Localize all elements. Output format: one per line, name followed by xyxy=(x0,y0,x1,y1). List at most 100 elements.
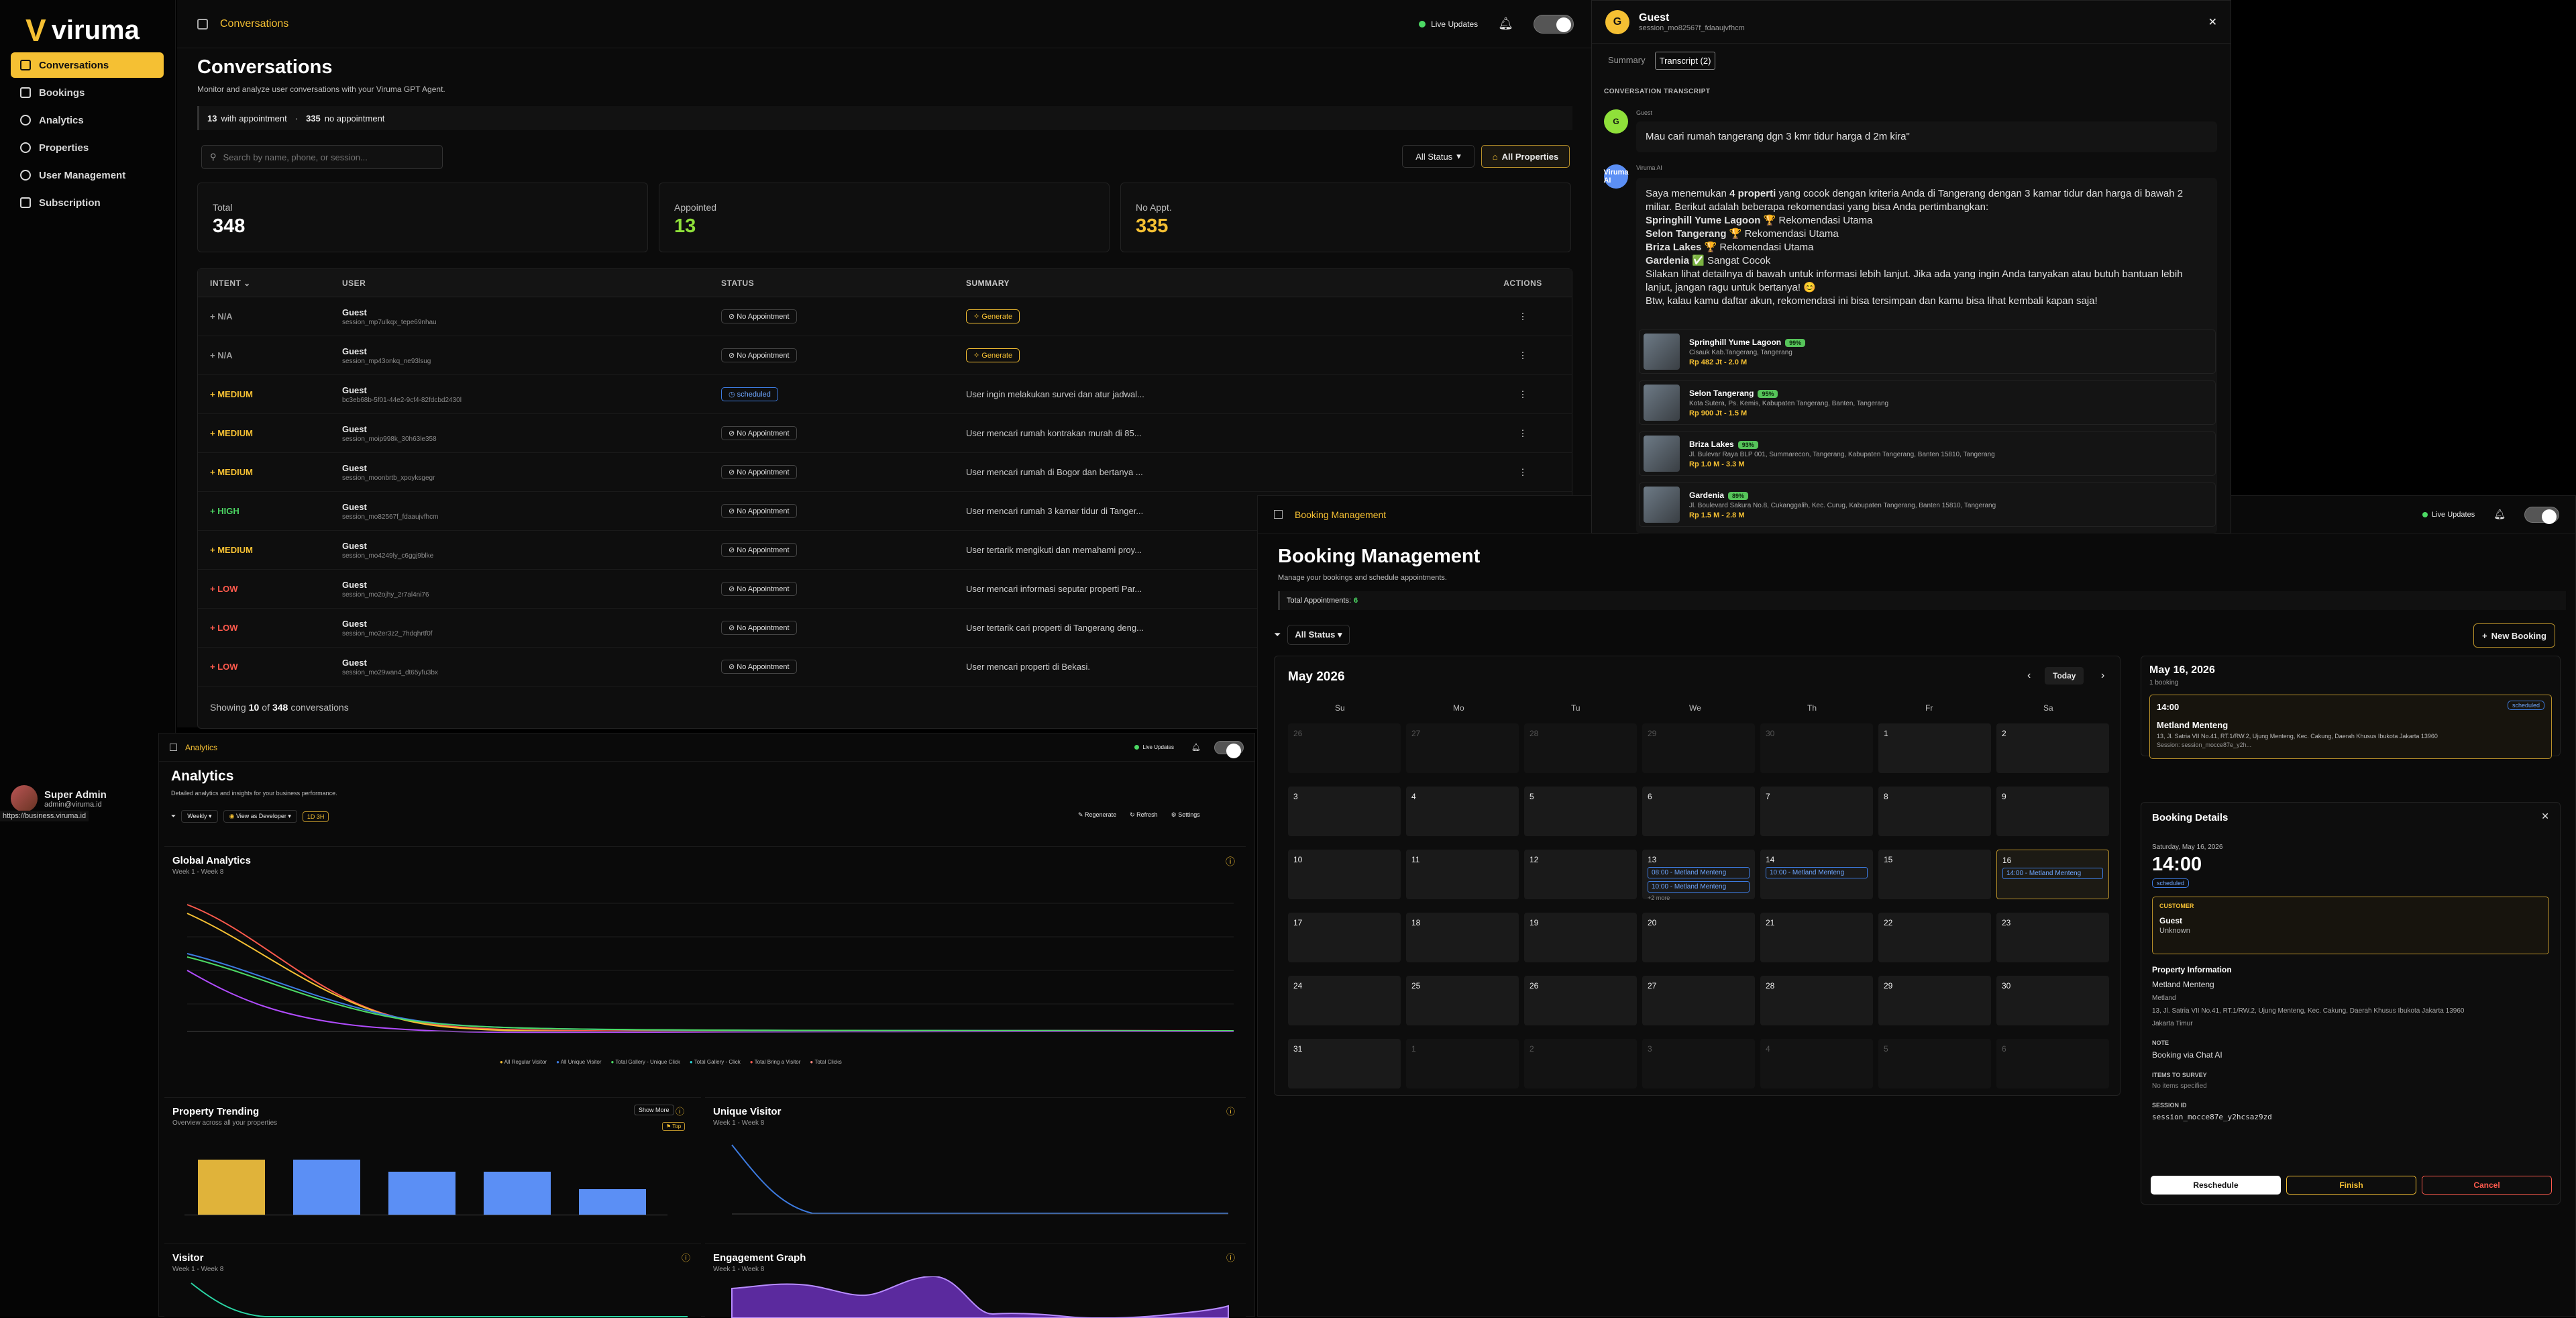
calendar-day[interactable]: 31 xyxy=(1288,1039,1401,1088)
refresh-button[interactable]: ↻ Refresh xyxy=(1130,811,1158,819)
theme-toggle[interactable] xyxy=(1214,740,1244,758)
calendar-day[interactable]: 24 xyxy=(1288,976,1401,1025)
bar[interactable] xyxy=(198,1160,265,1215)
show-more-button[interactable]: Show More xyxy=(634,1105,674,1115)
calendar-day[interactable]: 30 xyxy=(1760,723,1873,773)
calendar-event[interactable]: 10:00 - Metland Menteng xyxy=(1766,867,1868,878)
calendar-day[interactable]: 17 xyxy=(1288,913,1401,962)
sidebar-item-properties[interactable]: Properties xyxy=(11,135,164,160)
table-row[interactable]: + N/A Guest session_mp43onkq_ne93lsug ⊘ N… xyxy=(198,336,1572,375)
calendar-day[interactable]: 18 xyxy=(1406,913,1519,962)
close-icon[interactable]: ✕ xyxy=(2208,15,2217,29)
calendar-event[interactable]: 10:00 - Metland Menteng xyxy=(1648,881,1750,893)
view-as-select[interactable]: ◉ View as Developer ▾ xyxy=(223,810,297,823)
close-icon[interactable]: ✕ xyxy=(2541,811,2549,822)
theme-toggle[interactable] xyxy=(2524,506,2559,524)
calendar-day[interactable]: 9 xyxy=(1996,787,2109,836)
booking-status-filter[interactable]: All Status ▾ xyxy=(1287,625,1350,645)
legend-item[interactable]: ● All Regular Visitor xyxy=(500,1059,547,1065)
property-card[interactable]: Springhill Yume Lagoon 99% Cisauk Kab.Tan… xyxy=(1639,330,2216,374)
calendar-day[interactable]: 7 xyxy=(1760,787,1873,836)
calendar-day[interactable]: 21 xyxy=(1760,913,1873,962)
table-row[interactable]: + N/A Guest session_mp7ulkqx_tepe69nhau ⊘… xyxy=(198,297,1572,336)
cancel-button[interactable]: Cancel xyxy=(2422,1176,2552,1195)
calendar-day[interactable]: 26 xyxy=(1524,976,1637,1025)
calendar-day[interactable]: 16 14:00 - Metland Menteng xyxy=(1996,850,2109,899)
calendar-day[interactable]: 29 xyxy=(1642,723,1755,773)
settings-button[interactable]: ⚙ Settings xyxy=(1171,811,1200,819)
calendar-day[interactable]: 28 xyxy=(1524,723,1637,773)
more-events-link[interactable]: +2 more xyxy=(1648,895,1750,901)
calendar-event[interactable]: 14:00 - Metland Menteng xyxy=(2002,868,2103,879)
today-button[interactable]: Today xyxy=(2045,667,2084,685)
booking-slot[interactable]: 14:00 scheduled Metland Menteng 13, Jl. … xyxy=(2149,695,2552,759)
property-card[interactable]: Selon Tangerang 95% Kota Sutera, Ps. Kemi… xyxy=(1639,381,2216,425)
search-field[interactable] xyxy=(223,152,425,162)
calendar-day[interactable]: 20 xyxy=(1642,913,1755,962)
calendar-day[interactable]: 27 xyxy=(1406,723,1519,773)
bar[interactable] xyxy=(388,1172,455,1215)
calendar-day[interactable]: 13 08:00 - Metland Menteng 10:00 - Metland… xyxy=(1642,850,1755,901)
property-card[interactable]: Gardenia 89% Jl. Boulevard Sakura No.8, C… xyxy=(1639,483,2216,527)
info-icon[interactable]: ⓘ xyxy=(1226,855,1235,868)
calendar-day[interactable]: 14 10:00 - Metland Menteng xyxy=(1760,850,1873,899)
calendar-day[interactable]: 15 xyxy=(1878,850,1991,899)
generate-button[interactable]: ✧ Generate xyxy=(966,348,1020,362)
calendar-day[interactable]: 4 xyxy=(1406,787,1519,836)
legend-item[interactable]: ● Total Gallery - Unique Click xyxy=(610,1059,680,1065)
reschedule-button[interactable]: Reschedule xyxy=(2151,1176,2281,1195)
new-booking-button[interactable]: + New Booking xyxy=(2473,623,2555,648)
sidebar-toggle-icon[interactable] xyxy=(1274,510,1283,519)
sidebar-item-bookings[interactable]: Bookings xyxy=(11,80,164,105)
calendar-day[interactable]: 4 xyxy=(1760,1039,1873,1088)
legend-item[interactable]: ● Total Clicks xyxy=(810,1059,841,1065)
sidebar-toggle-icon[interactable] xyxy=(170,744,177,751)
calendar-day[interactable]: 5 xyxy=(1524,787,1637,836)
prev-month-button[interactable]: ‹ xyxy=(2027,670,2031,682)
property-filter[interactable]: ⌂ All Properties xyxy=(1481,145,1570,168)
sidebar-item-analytics[interactable]: Analytics xyxy=(11,107,164,133)
row-actions-button[interactable]: ⋮ xyxy=(1476,467,1570,478)
calendar-day[interactable]: 3 xyxy=(1642,1039,1755,1088)
status-filter[interactable]: All Status ▾ xyxy=(1402,145,1474,168)
calendar-day[interactable]: 1 xyxy=(1406,1039,1519,1088)
generate-button[interactable]: ✧ Generate xyxy=(966,309,1020,323)
search-input[interactable]: ⚲ xyxy=(201,145,443,169)
top-select[interactable]: ⚑ Top xyxy=(662,1122,686,1131)
row-actions-button[interactable]: ⋮ xyxy=(1476,428,1570,439)
sidebar-toggle-icon[interactable] xyxy=(197,18,208,30)
calendar-day[interactable]: 5 xyxy=(1878,1039,1991,1088)
calendar-day[interactable]: 28 xyxy=(1760,976,1873,1025)
finish-button[interactable]: Finish xyxy=(2286,1176,2416,1195)
regenerate-button[interactable]: ✎ Regenerate xyxy=(1078,811,1116,819)
info-icon[interactable]: ⓘ xyxy=(1226,1251,1235,1264)
calendar-day[interactable]: 6 xyxy=(1996,1039,2109,1088)
table-row[interactable]: + MEDIUM Guest bc3eb68b-5f01-44e2-9cf4-82… xyxy=(198,375,1572,414)
legend-item[interactable]: ● All Unique Visitor xyxy=(556,1059,601,1065)
bell-icon[interactable]: 🔔︎ xyxy=(1498,17,1513,31)
table-row[interactable]: + MEDIUM Guest session_moip998k_30h63le35… xyxy=(198,414,1572,453)
calendar-day[interactable]: 2 xyxy=(1996,723,2109,773)
sidebar-item-conversations[interactable]: Conversations xyxy=(11,52,164,78)
calendar-day[interactable]: 8 xyxy=(1878,787,1991,836)
info-icon[interactable]: ⓘ xyxy=(1226,1105,1235,1117)
legend-item[interactable]: ● Total Gallery - Click xyxy=(690,1059,741,1065)
info-icon[interactable]: ⓘ xyxy=(682,1251,690,1264)
bar[interactable] xyxy=(579,1189,646,1215)
calendar-day[interactable]: 30 xyxy=(1996,976,2109,1025)
calendar-day[interactable]: 10 xyxy=(1288,850,1401,899)
calendar-day[interactable]: 11 xyxy=(1406,850,1519,899)
calendar-day[interactable]: 6 xyxy=(1642,787,1755,836)
row-actions-button[interactable]: ⋮ xyxy=(1476,389,1570,400)
bar[interactable] xyxy=(484,1172,551,1215)
table-row[interactable]: + MEDIUM Guest session_moonbrtb_xpoyksgeg… xyxy=(198,453,1572,492)
calendar-day[interactable]: 19 xyxy=(1524,913,1637,962)
theme-toggle[interactable] xyxy=(1534,14,1574,34)
calendar-day[interactable]: 12 xyxy=(1524,850,1637,899)
sidebar-item-subscription[interactable]: Subscription xyxy=(11,190,164,215)
brand-logo[interactable]: Vviruma xyxy=(25,12,140,48)
calendar-day[interactable]: 23 xyxy=(1996,913,2109,962)
property-card[interactable]: Briza Lakes 93% Jl. Bulevar Raya BLP 001,… xyxy=(1639,432,2216,476)
calendar-event[interactable]: 08:00 - Metland Menteng xyxy=(1648,867,1750,878)
info-icon[interactable]: ⓘ xyxy=(676,1105,684,1117)
